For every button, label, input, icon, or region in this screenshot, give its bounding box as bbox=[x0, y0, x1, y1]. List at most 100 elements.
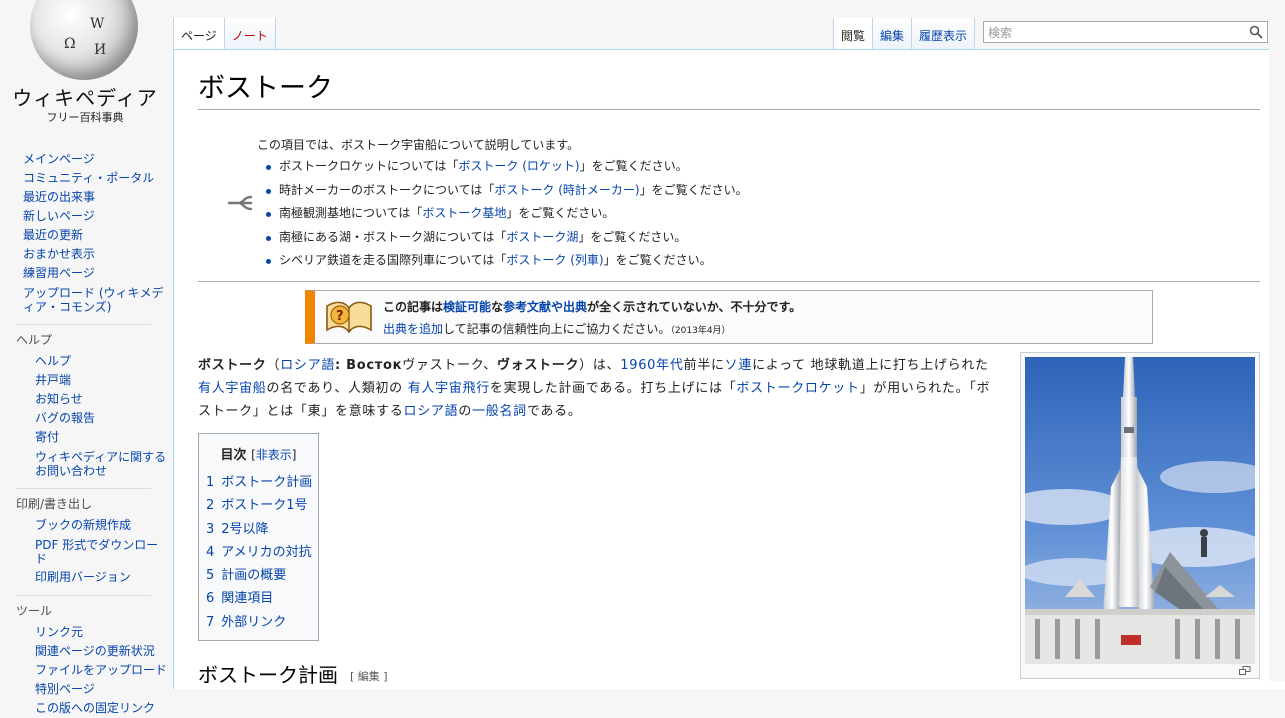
link-1960s[interactable]: 1960年代 bbox=[620, 358, 683, 373]
sidebar-item-upload-commons[interactable]: アップロード (ウィキメディア・コモンズ) bbox=[23, 286, 164, 314]
add-sources-link[interactable]: 出典を追加 bbox=[383, 322, 443, 336]
dablink-text: ボストークロケットについては「 bbox=[279, 159, 459, 173]
search-box bbox=[983, 21, 1268, 43]
dablink-link[interactable]: ボストーク湖 bbox=[506, 230, 578, 244]
toc-link[interactable]: ボストーク計画 bbox=[221, 475, 312, 490]
dablink-text: 時計メーカーのボストークについては「 bbox=[279, 182, 495, 197]
window-scrollbar[interactable] bbox=[1269, 0, 1285, 681]
sidebar-heading-print[interactable]: 印刷/書き出し bbox=[16, 488, 151, 512]
toc-hide-link[interactable]: 非表示 bbox=[256, 448, 292, 462]
tab-page[interactable]: ページ bbox=[173, 18, 225, 49]
link-ussr[interactable]: ソ連 bbox=[725, 358, 752, 373]
toc-number: 5 bbox=[206, 568, 215, 584]
sidebar-item-recent-changes[interactable]: 最近の更新 bbox=[23, 228, 83, 242]
sidebar-item-notices[interactable]: お知らせ bbox=[35, 392, 83, 406]
sidebar-item-contact[interactable]: ウィキペディアに関するお問い合わせ bbox=[35, 450, 166, 478]
dablink-link[interactable]: ボストーク (時計メーカー) bbox=[494, 183, 639, 197]
toc-header: 目次 [非表示] bbox=[199, 444, 318, 463]
vostok-rocket-photo[interactable] bbox=[1025, 357, 1255, 664]
toc-link[interactable]: 関連項目 bbox=[221, 591, 273, 606]
toc-item[interactable]: 4 アメリカの対抗 bbox=[206, 541, 318, 564]
sidebar-item-bug-report[interactable]: バグの報告 bbox=[35, 411, 95, 425]
toc-item[interactable]: 1 ボストーク計画 bbox=[206, 471, 318, 494]
sidebar-item-create-book[interactable]: ブックの新規作成 bbox=[35, 518, 131, 532]
sidebar-item-sandbox[interactable]: 練習用ページ bbox=[23, 266, 95, 280]
link-vostok-rocket[interactable]: ボストークロケット bbox=[736, 381, 859, 396]
sidebar: メインページ コミュニティ・ポータル 最近の出来事 新しいページ 最近の更新 お… bbox=[0, 150, 168, 718]
toc-link[interactable]: 2号以降 bbox=[221, 522, 268, 537]
link-crewed-spacecraft[interactable]: 有人宇宙船 bbox=[198, 381, 267, 396]
toc-item[interactable]: 6 関連項目 bbox=[206, 587, 318, 610]
toc-link[interactable]: ボストーク1号 bbox=[221, 498, 307, 513]
link-russian-2[interactable]: ロシア語 bbox=[404, 404, 459, 419]
sidebar-heading-help[interactable]: ヘルプ bbox=[16, 324, 151, 348]
dablink-link[interactable]: ボストーク (列車) bbox=[506, 253, 603, 267]
search-input[interactable] bbox=[984, 23, 1242, 43]
disambiguation-icon bbox=[227, 195, 253, 211]
tab-history[interactable]: 履歴表示 bbox=[912, 18, 976, 49]
dablink-list: ボストークロケットについては「ボストーク (ロケット)」をご覧ください。 時計メ… bbox=[264, 155, 748, 273]
dablink-text: 」をご覧ください。 bbox=[639, 182, 748, 197]
section-title: ボストーク計画 bbox=[198, 663, 338, 687]
sidebar-item-village-pump[interactable]: 井戸端 bbox=[35, 373, 71, 387]
toc-item[interactable]: 2 ボストーク1号 bbox=[206, 494, 318, 517]
svg-text:?: ? bbox=[336, 309, 344, 324]
toc-link[interactable]: 計画の概要 bbox=[221, 568, 286, 583]
toc-item[interactable]: 5 計画の概要 bbox=[206, 564, 318, 587]
logo-tagline: フリー百科事典 bbox=[46, 111, 124, 124]
lead-text: によって 地球軌道上に打ち上げられた bbox=[752, 358, 989, 373]
sidebar-item-special-pages[interactable]: 特別ページ bbox=[35, 682, 95, 696]
sources-link[interactable]: 参考文献や出典 bbox=[503, 300, 587, 314]
ambox-text: が全く示されていないか、不十分です。 bbox=[587, 300, 802, 314]
link-human-spaceflight[interactable]: 有人宇宙飛行 bbox=[408, 381, 490, 396]
dablink-link[interactable]: ボストーク (ロケット) bbox=[458, 159, 579, 173]
tab-talk[interactable]: ノート bbox=[224, 18, 276, 49]
wikipedia-logo[interactable]: Ω W И ウィキペディア フリー百科事典 bbox=[0, 0, 170, 135]
toc-number: 1 bbox=[206, 475, 215, 490]
toc-item[interactable]: 7 外部リンク bbox=[206, 611, 318, 634]
page-title: ボストーク bbox=[198, 70, 1260, 110]
lead-text: である。 bbox=[526, 404, 582, 419]
link-common-noun[interactable]: 一般名詞 bbox=[472, 404, 527, 419]
toc-link[interactable]: アメリカの対抗 bbox=[221, 545, 311, 560]
sidebar-item-community-portal[interactable]: コミュニティ・ポータル bbox=[23, 171, 154, 185]
sidebar-item-related-changes[interactable]: 関連ページの更新状況 bbox=[35, 644, 155, 658]
sidebar-item-current-events[interactable]: 最近の出来事 bbox=[23, 190, 95, 204]
toc-item[interactable]: 3 2号以降 bbox=[206, 518, 318, 541]
ambox-line-1: この記事は検証可能な参考文献や出典が全く示されていないか、不十分です。 bbox=[383, 298, 801, 315]
lead-text: : bbox=[335, 358, 347, 373]
sidebar-item-printable[interactable]: 印刷用バージョン bbox=[35, 570, 131, 584]
sidebar-item-upload-file[interactable]: ファイルをアップロード bbox=[35, 663, 167, 677]
sidebar-item-main-page[interactable]: メインページ bbox=[23, 152, 95, 166]
sidebar-item-new-pages[interactable]: 新しいページ bbox=[23, 209, 95, 223]
globe-glyph: И bbox=[94, 42, 107, 58]
link-russian[interactable]: ロシア語 bbox=[280, 358, 335, 373]
dablink-intro: この項目では、ボストーク宇宙船について説明しています。 bbox=[257, 138, 580, 152]
tab-read[interactable]: 閲覧 bbox=[833, 18, 874, 49]
sidebar-tools-list: リンク元 関連ページの更新状況 ファイルをアップロード 特別ページ この版への固… bbox=[0, 623, 168, 718]
verifiability-link[interactable]: 検証可能 bbox=[443, 300, 491, 314]
sidebar-item-download-pdf[interactable]: PDF 形式でダウンロード bbox=[35, 538, 158, 566]
infobox-image[interactable] bbox=[1020, 352, 1260, 679]
dablink-text: 」をご覧ください。 bbox=[579, 159, 688, 173]
ambox-text: して記事の信頼性向上にご協力ください。 bbox=[443, 322, 671, 336]
logo-wordmark: ウィキペディア bbox=[12, 86, 158, 110]
sidebar-heading-tools[interactable]: ツール bbox=[16, 595, 151, 619]
lead-text: 前半に bbox=[683, 358, 725, 373]
disambiguation-notice: この項目では、ボストーク宇宙船について説明しています。 ボストークロケットについ… bbox=[198, 130, 1260, 282]
sidebar-item-random[interactable]: おまかせ表示 bbox=[23, 247, 95, 261]
list-item: 南極にある湖・ボストーク湖については「ボストーク湖」をご覧ください。 bbox=[264, 226, 748, 250]
tab-edit[interactable]: 編集 bbox=[873, 18, 913, 49]
search-icon[interactable] bbox=[1249, 25, 1263, 39]
sidebar-item-permanent-link[interactable]: この版への固定リンク bbox=[35, 701, 155, 715]
globe-glyph: W bbox=[90, 16, 105, 32]
sidebar-item-what-links-here[interactable]: リンク元 bbox=[35, 625, 83, 639]
dablink-link[interactable]: ボストーク基地 bbox=[422, 206, 506, 220]
toc-list: 1 ボストーク計画 2 ボストーク1号 3 2号以降 4 アメリカの対抗 5 計画の概要 … bbox=[206, 471, 318, 634]
toc-number: 4 bbox=[206, 544, 215, 560]
sidebar-item-help[interactable]: ヘルプ bbox=[35, 354, 71, 368]
toc-title: 目次 bbox=[220, 448, 247, 463]
toc-link[interactable]: 外部リンク bbox=[221, 615, 286, 630]
sidebar-item-donate[interactable]: 寄付 bbox=[35, 430, 59, 444]
toc-toggle: [非表示] bbox=[251, 448, 296, 462]
